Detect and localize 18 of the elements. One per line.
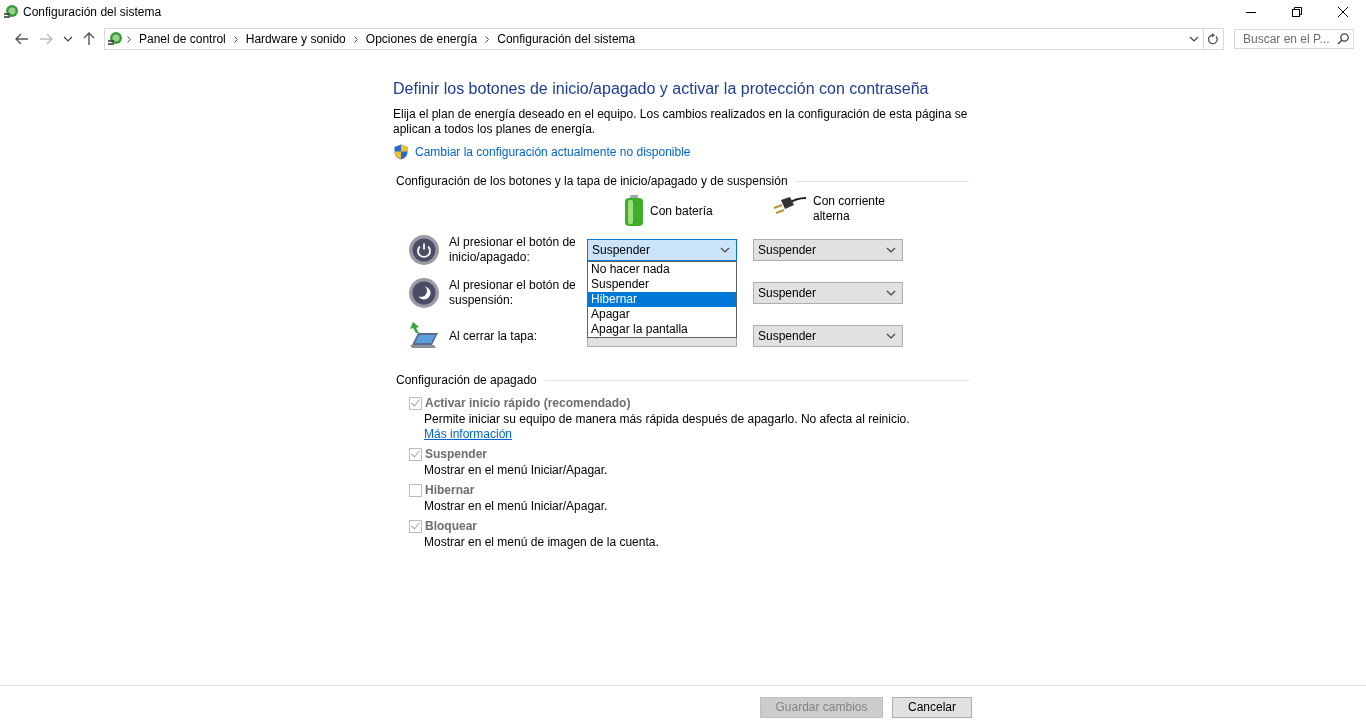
checkbox-label: Hibernar [425,483,475,497]
option-description: Mostrar en el menú Iniciar/Apagar. [424,499,609,514]
checkbox-label: Activar inicio rápido (recomendado) [425,396,631,410]
section-title: Configuración de los botones y la tapa de inicio/apagado y de suspensión [396,174,788,188]
page-heading: Definir los botones de inicio/apagado y activar la protección con contraseña [393,80,930,98]
option-description: Mostrar en el menú de imagen de la cuenta. [424,535,660,550]
checkbox-label: Suspender [425,447,487,461]
section-title: Configuración de apagado [396,373,537,387]
page-description: Elija el plan de energía deseado en el equipo. Los cambios realizados en la configuración de esta página se aplican a todos los planes de energía. [393,107,969,137]
option-description: Mostrar en el menú Iniciar/Apagar. [424,463,609,478]
window-title: Configuración del sistema [23,5,162,19]
checkbox-label: Bloquear [425,519,477,533]
setting-label: Al cerrar la tapa: [449,328,539,344]
column-header: Con batería [650,204,713,218]
setting-label: Al presionar el botón de suspensión: [449,278,577,308]
column-header: Con corriente alterna [813,194,887,224]
setting-label: Al presionar el botón de inicio/apagado: [449,235,577,265]
option-description: Permite iniciar su equipo de manera más rápida después de apagarlo. No afecta al reinicio. Más información [424,412,911,442]
